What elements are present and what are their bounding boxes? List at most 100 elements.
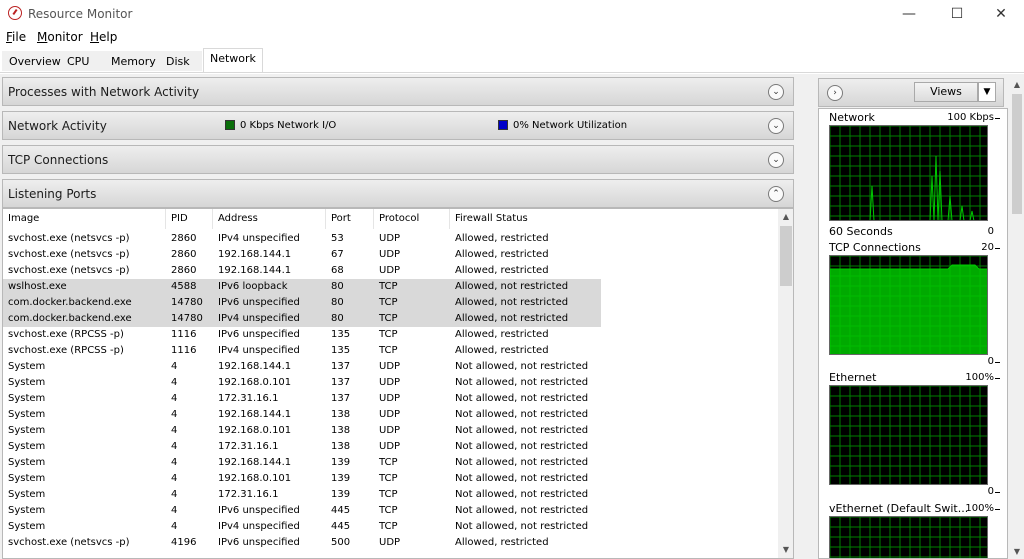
processes-section-header[interactable]: Processes with Network Activity ⌄ — [2, 77, 794, 106]
close-button[interactable]: ✕ — [978, 0, 1024, 28]
table-row[interactable]: svchost.exe (netsvcs -p) 2860 IPv4 unspeci… — [3, 231, 601, 247]
minimize-button[interactable]: — — [886, 0, 932, 28]
expand-icon[interactable]: ⌄ — [768, 84, 784, 100]
table-row[interactable]: System 4 IPv6 unspecified 445 TCP Not allowed… — [3, 503, 601, 519]
table-row[interactable]: System 4 192.168.0.101 139 TCP Not allowed, n… — [3, 471, 601, 487]
table-row[interactable]: wslhost.exe 4588 IPv6 loopback 80 TCP Allowed… — [3, 279, 601, 295]
expand-icon[interactable]: ⌄ — [768, 118, 784, 134]
cell-pid: 1116 — [171, 345, 197, 356]
table-row[interactable]: svchost.exe (netsvcs -p) 2860 192.168.144.… — [3, 247, 601, 263]
cell-protocol: TCP — [379, 297, 398, 308]
cell-address: 172.31.16.1 — [218, 489, 279, 500]
listening-ports-section-header[interactable]: Listening Ports ⌃ — [2, 179, 794, 208]
cell-firewall-status: Not allowed, not restricted — [455, 473, 589, 484]
cell-image: svchost.exe (netsvcs -p) — [8, 537, 130, 548]
network-activity-section-header[interactable]: Network Activity 0 Kbps Network I/O 0% N… — [2, 111, 794, 140]
collapse-icon[interactable]: ⌃ — [768, 186, 784, 202]
table-row[interactable]: System 4 IPv4 unspecified 445 TCP Not allowed… — [3, 519, 601, 535]
scroll-thumb[interactable] — [1012, 94, 1022, 214]
cell-image: System — [8, 361, 46, 372]
expand-icon[interactable]: ⌄ — [768, 152, 784, 168]
cell-port: 80 — [331, 313, 344, 324]
hide-graphs-icon[interactable]: › — [827, 85, 843, 101]
cell-port: 135 — [331, 329, 351, 340]
tcp-connections-section-header[interactable]: TCP Connections ⌄ — [2, 145, 794, 174]
scroll-down-icon[interactable]: ▼ — [778, 542, 793, 558]
menu-file[interactable]: File — [6, 30, 26, 44]
scroll-down-icon[interactable]: ▼ — [1010, 545, 1024, 559]
cell-port: 80 — [331, 281, 344, 292]
table-row[interactable]: com.docker.backend.exe 14780 IPv4 unspecif… — [3, 311, 601, 327]
scroll-thumb[interactable] — [780, 226, 792, 286]
table-row[interactable]: System 4 192.168.0.101 138 UDP Not allowed, n… — [3, 423, 601, 439]
table-row[interactable]: System 4 192.168.144.1 138 UDP Not allowed, n… — [3, 407, 601, 423]
table-row[interactable]: System 4 172.31.16.1 137 UDP Not allowed, not… — [3, 391, 601, 407]
cell-image: System — [8, 505, 46, 516]
ethernet-graph — [829, 385, 988, 485]
views-dropdown-icon[interactable]: ▼ — [978, 82, 996, 102]
cell-port: 137 — [331, 377, 351, 388]
cell-address: 172.31.16.1 — [218, 393, 279, 404]
cell-protocol: UDP — [379, 409, 401, 420]
cell-firewall-status: Not allowed, not restricted — [455, 361, 589, 372]
cell-port: 68 — [331, 265, 344, 276]
cell-image: svchost.exe (netsvcs -p) — [8, 265, 130, 276]
title-bar: Resource Monitor — ☐ ✕ — [0, 0, 1024, 28]
table-row[interactable]: System 4 192.168.0.101 137 UDP Not allowed, n… — [3, 375, 601, 391]
column-header-protocol[interactable]: Protocol — [374, 209, 450, 229]
cell-pid: 2860 — [171, 233, 197, 244]
tab-overview[interactable]: Overview — [2, 51, 68, 72]
column-header-address[interactable]: Address — [213, 209, 326, 229]
column-header-image[interactable]: Image — [3, 209, 166, 229]
cell-protocol: UDP — [379, 441, 401, 452]
cell-pid: 4196 — [171, 537, 197, 548]
scroll-up-icon[interactable]: ▲ — [778, 209, 793, 225]
menu-monitor[interactable]: Monitor — [37, 30, 83, 44]
cell-image: System — [8, 409, 46, 420]
cell-pid: 1116 — [171, 329, 197, 340]
listening-ports-table: Image PID Address Port Protocol Firewall… — [2, 208, 794, 559]
cell-image: com.docker.backend.exe — [8, 313, 132, 324]
cell-pid: 4 — [171, 361, 178, 372]
cell-protocol: TCP — [379, 473, 398, 484]
cell-port: 67 — [331, 249, 344, 260]
network-io-legend: 0 Kbps Network I/O — [240, 120, 337, 131]
views-button[interactable]: Views — [914, 82, 978, 102]
column-header-firewall-status[interactable]: Firewall Status — [450, 209, 601, 229]
table-row[interactable]: svchost.exe (netsvcs -p) 2860 192.168.144.… — [3, 263, 601, 279]
tab-cpu[interactable]: CPU — [60, 51, 96, 72]
table-row[interactable]: System 4 192.168.144.1 139 TCP Not allowed, n… — [3, 455, 601, 471]
graphs-scrollbar[interactable]: ▲ ▼ — [1010, 78, 1024, 559]
maximize-button[interactable]: ☐ — [934, 0, 980, 28]
cell-pid: 2860 — [171, 265, 197, 276]
menu-help[interactable]: Help — [90, 30, 117, 44]
cell-image: svchost.exe (netsvcs -p) — [8, 249, 130, 260]
graph-max-label: 20 — [981, 242, 994, 253]
table-row[interactable]: System 4 172.31.16.1 138 UDP Not allowed, not… — [3, 439, 601, 455]
table-row[interactable]: com.docker.backend.exe 14780 IPv6 unspecif… — [3, 295, 601, 311]
cell-address: IPv6 unspecified — [218, 537, 300, 548]
tab-network[interactable]: Network — [203, 48, 263, 72]
network-utilization-legend-swatch — [498, 120, 508, 130]
tab-disk[interactable]: Disk — [159, 51, 197, 72]
vethernet-graph — [829, 516, 988, 558]
cell-protocol: TCP — [379, 345, 398, 356]
cell-pid: 4 — [171, 457, 178, 468]
table-row[interactable]: System 4 172.31.16.1 139 TCP Not allowed, not… — [3, 487, 601, 503]
table-row[interactable]: svchost.exe (netsvcs -p) 4196 IPv6 unspeci… — [3, 535, 601, 551]
graph-title: TCP Connections — [829, 241, 921, 254]
graph-min-label: 0 — [987, 486, 994, 497]
cell-firewall-status: Not allowed, not restricted — [455, 393, 589, 404]
cell-protocol: TCP — [379, 457, 398, 468]
tab-memory[interactable]: Memory — [104, 51, 163, 72]
cell-address: IPv6 unspecified — [218, 297, 300, 308]
table-row[interactable]: System 4 192.168.144.1 137 UDP Not allowed, n… — [3, 359, 601, 375]
column-header-pid[interactable]: PID — [166, 209, 213, 229]
table-row[interactable]: svchost.exe (RPCSS -p) 1116 IPv4 unspecifi… — [3, 343, 601, 359]
table-row[interactable]: svchost.exe (RPCSS -p) 1116 IPv6 unspecifi… — [3, 327, 601, 343]
table-scrollbar[interactable]: ▲ ▼ — [778, 209, 793, 558]
cell-firewall-status: Not allowed, not restricted — [455, 409, 589, 420]
cell-address: 192.168.144.1 — [218, 409, 292, 420]
scroll-up-icon[interactable]: ▲ — [1010, 78, 1024, 92]
cell-image: com.docker.backend.exe — [8, 297, 132, 308]
